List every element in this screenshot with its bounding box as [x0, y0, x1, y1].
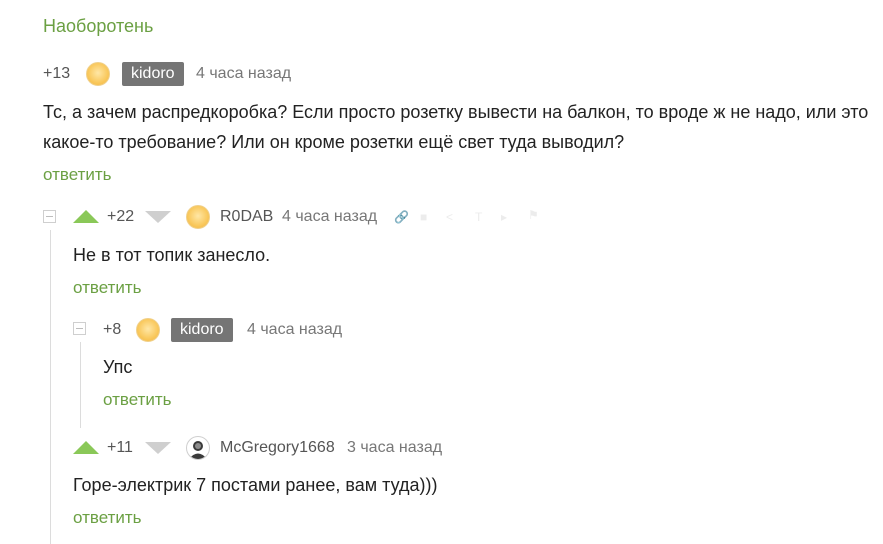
downvote-icon[interactable]: [145, 210, 171, 224]
save-icon[interactable]: ■: [420, 210, 427, 224]
upvote-icon[interactable]: [73, 441, 99, 455]
comment-rating: +8: [103, 321, 122, 338]
share-icon[interactable]: <: [446, 210, 453, 224]
thread-branch-line[interactable]: [80, 342, 81, 428]
reply-button[interactable]: ответить: [73, 278, 142, 298]
reply-button[interactable]: ответить: [103, 390, 172, 410]
comment-author[interactable]: R0DAB: [220, 208, 273, 226]
text-icon[interactable]: T: [475, 210, 482, 224]
comment-header: +11 McGregory1668 3 часа назад: [73, 435, 873, 461]
user-portrait-icon: [189, 441, 207, 459]
collapse-thread-button[interactable]: [43, 210, 56, 223]
flag-icon[interactable]: ⚑: [528, 208, 539, 222]
comment-rating: +22: [107, 208, 135, 225]
author-badge[interactable]: kidoro: [122, 62, 184, 86]
comment-text: Горе-электрик 7 постами ранее, вам туда)…: [73, 475, 438, 495]
reply-button[interactable]: ответить: [43, 165, 112, 185]
comment-author[interactable]: McGregory1668: [220, 439, 335, 457]
upvote-icon[interactable]: [73, 210, 99, 224]
comment-rating: +11: [107, 439, 133, 456]
comment-header: +22 R0DAB 4 часа назад 🔗 ■ < T ▸ ⚑: [73, 204, 873, 230]
arrow-icon[interactable]: ▸: [501, 210, 507, 224]
comment-text: Тс, а зачем распредкоробка? Если просто …: [43, 97, 873, 157]
comment-time[interactable]: 4 часа назад: [247, 321, 342, 339]
comment-text: Упс: [103, 357, 133, 377]
user-avatar[interactable]: [86, 62, 110, 86]
comment-time[interactable]: 4 часа назад: [282, 208, 377, 226]
link-icon[interactable]: 🔗: [394, 210, 409, 224]
collapse-thread-button[interactable]: [73, 322, 86, 335]
post-title-link[interactable]: Наоборотень: [43, 16, 153, 37]
comment-time[interactable]: 4 часа назад: [196, 65, 291, 83]
comment-rating: +13: [43, 65, 71, 82]
user-avatar[interactable]: [136, 318, 160, 342]
reply-button[interactable]: ответить: [73, 508, 142, 528]
user-avatar[interactable]: [186, 205, 210, 229]
comment-text: Не в тот топик занесло.: [73, 245, 271, 265]
comment-header: +8 kidoro 4 часа назад: [103, 317, 863, 343]
comment-text-line: какое-то требование? Или он кроме розетк…: [43, 132, 625, 152]
comment-text-line: Тс, а зачем распредкоробка? Если просто …: [43, 102, 869, 122]
downvote-icon[interactable]: [145, 441, 171, 455]
thread-branch-line[interactable]: [50, 230, 51, 544]
author-badge[interactable]: kidoro: [171, 318, 233, 342]
comment-header: +13 kidoro 4 часа назад: [43, 62, 863, 88]
user-avatar[interactable]: [186, 436, 210, 460]
comment-time[interactable]: 3 часа назад: [347, 439, 442, 457]
